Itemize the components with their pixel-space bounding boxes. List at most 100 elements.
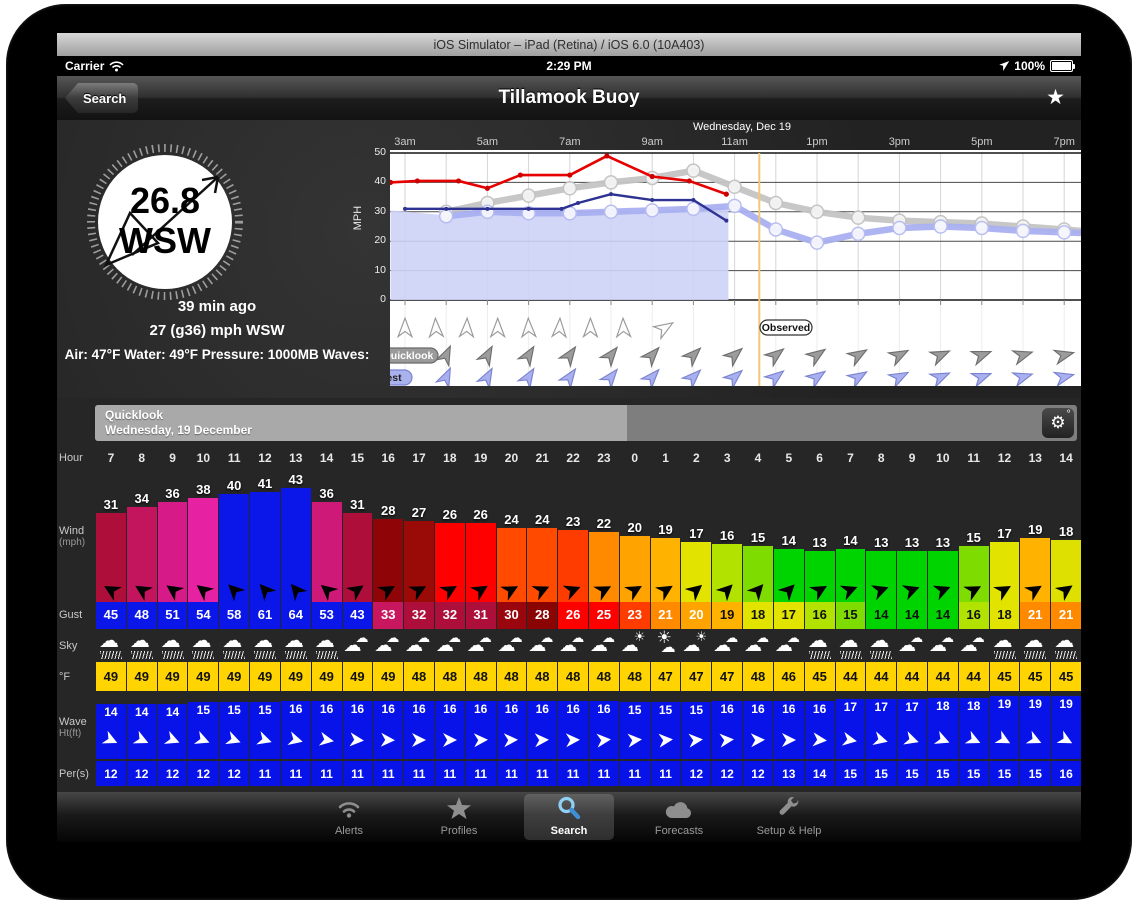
row-label: °F bbox=[57, 662, 95, 691]
hour-cell: 10 bbox=[928, 445, 958, 470]
rain-streaks bbox=[1055, 651, 1077, 659]
gust-cell: 23 bbox=[620, 600, 650, 629]
wave-value: 14 bbox=[135, 705, 148, 759]
gust-cell: 31 bbox=[466, 600, 496, 629]
period-cell: 15 bbox=[990, 761, 1020, 786]
hour-cell: 16 bbox=[373, 445, 403, 470]
sky-cloudy-icon: ☁☁ bbox=[928, 631, 958, 660]
temp-cell: 44 bbox=[928, 662, 958, 691]
gust-cell: 14 bbox=[897, 600, 927, 629]
quicklook-model-selected[interactable]: Quicklook Wednesday, 19 December bbox=[95, 405, 627, 441]
rain-streaks bbox=[809, 651, 831, 659]
wave-value: 16 bbox=[505, 702, 518, 759]
sky-sunny-icon: ☀☁ bbox=[651, 631, 681, 660]
period-cell: 15 bbox=[897, 761, 927, 786]
wave-bar: 16 bbox=[743, 701, 773, 759]
chart-time-tick: 7pm bbox=[1044, 136, 1081, 148]
wind-cell: 15 bbox=[959, 472, 989, 602]
favorite-star-icon[interactable]: ★ bbox=[1046, 85, 1065, 110]
tab-search[interactable]: Search bbox=[524, 794, 614, 840]
wind-bar bbox=[343, 513, 373, 602]
tab-forecasts[interactable]: Forecasts bbox=[634, 794, 724, 840]
tab-alerts[interactable]: Alerts bbox=[304, 794, 394, 840]
sky-rain-icon: ☁ bbox=[281, 631, 311, 660]
wave-bar: 18 bbox=[928, 698, 958, 759]
tab-setup-help[interactable]: Setup & Help bbox=[744, 794, 834, 840]
window-title: iOS Simulator – iPad (Retina) / iOS 6.0 … bbox=[434, 38, 705, 52]
wave-cell: 16 bbox=[343, 696, 373, 759]
gust-cell: 32 bbox=[404, 600, 434, 629]
battery-percent: 100% bbox=[1014, 59, 1045, 73]
svg-text:Quicklook: Quicklook bbox=[390, 350, 434, 362]
wave-cell: 15 bbox=[620, 696, 650, 759]
wind-cell: 36 bbox=[312, 472, 342, 602]
table-settings-button[interactable]: ⚙ bbox=[1042, 408, 1074, 438]
last-updated: 39 min ago bbox=[57, 298, 377, 315]
wave-cell: 16 bbox=[774, 696, 804, 759]
quicklook-model-bar[interactable]: Quicklook Wednesday, 19 December ⚙ bbox=[95, 405, 1077, 441]
wave-value: 15 bbox=[197, 703, 210, 759]
wind-chart[interactable]: Wednesday, Dec 19 MPH ObservedQuicklooke… bbox=[390, 120, 1081, 398]
wind-cell: 20 bbox=[620, 472, 650, 602]
gust-cell: 25 bbox=[589, 600, 619, 629]
wind-value: 24 bbox=[504, 512, 518, 527]
model-date: Wednesday, 19 December bbox=[105, 423, 627, 437]
wind-value: 40 bbox=[227, 478, 241, 493]
wind-direction-arrow-icon bbox=[532, 579, 553, 600]
gust-cell: 43 bbox=[343, 600, 373, 629]
sky-cloudy-icon: ☁☁ bbox=[404, 631, 434, 660]
gust-cell: 16 bbox=[805, 600, 835, 629]
rain-streaks bbox=[840, 651, 862, 659]
temp-cell: 45 bbox=[990, 662, 1020, 691]
station-panel: 26.8 WSW 39 min ago 27 (g36) mph WSW Air… bbox=[57, 120, 390, 398]
wind-bar bbox=[712, 544, 742, 602]
temp-cell: 49 bbox=[96, 662, 126, 691]
simulator-window: iOS Simulator – iPad (Retina) / iOS 6.0 … bbox=[0, 0, 1138, 904]
wave-bar: 19 bbox=[1051, 696, 1081, 759]
chart-canvas[interactable]: ObservedQuicklookest bbox=[390, 150, 1081, 386]
hour-cell: 11 bbox=[219, 445, 249, 470]
svg-text:est: est bbox=[390, 372, 402, 384]
temp-cell: 49 bbox=[250, 662, 280, 691]
wifi-icon bbox=[109, 61, 124, 72]
back-search-button[interactable]: Search bbox=[65, 83, 138, 113]
gust-cell: 19 bbox=[712, 600, 742, 629]
wind-cell: 13 bbox=[928, 472, 958, 602]
temp-cell: 47 bbox=[681, 662, 711, 691]
wind-value: 28 bbox=[381, 503, 395, 518]
sky-cloudy-icon: ☁☁ bbox=[959, 631, 989, 660]
wave-bar: 19 bbox=[1020, 696, 1050, 759]
sky-rain-icon: ☁ bbox=[990, 631, 1020, 660]
wave-value: 16 bbox=[813, 702, 826, 759]
hour-cell: 5 bbox=[774, 445, 804, 470]
row-label: Sky bbox=[57, 631, 95, 660]
period-cell: 12 bbox=[681, 761, 711, 786]
rain-streaks bbox=[192, 651, 214, 659]
tab-profiles[interactable]: Profiles bbox=[414, 794, 504, 840]
hour-cell: 15 bbox=[343, 445, 373, 470]
temp-cell: 49 bbox=[219, 662, 249, 691]
wind-value: 38 bbox=[196, 482, 210, 497]
wind-bar bbox=[158, 502, 188, 602]
sky-rain-icon: ☁ bbox=[1020, 631, 1050, 660]
wind-value: 18 bbox=[1059, 524, 1073, 539]
wind-cell: 18 bbox=[1051, 472, 1081, 602]
period-cell: 11 bbox=[527, 761, 557, 786]
period-cell: 13 bbox=[774, 761, 804, 786]
mac-window-titlebar: iOS Simulator – iPad (Retina) / iOS 6.0 … bbox=[57, 33, 1081, 57]
hour-cell: 19 bbox=[466, 445, 496, 470]
gust-cell: 21 bbox=[1020, 600, 1050, 629]
hour-cell: 17 bbox=[404, 445, 434, 470]
rain-streaks bbox=[994, 651, 1016, 659]
wind-direction-arrow-icon bbox=[377, 579, 399, 601]
tab-label: Profiles bbox=[441, 825, 478, 837]
wind-row: Wind(mph)3134363840414336312827262624242… bbox=[57, 472, 1081, 598]
chart-time-tick: 3am bbox=[385, 136, 425, 148]
wind-value: 14 bbox=[782, 533, 796, 548]
wave-cell: 19 bbox=[990, 696, 1020, 759]
wave-bar: 15 bbox=[620, 702, 650, 759]
wind-value: 31 bbox=[104, 497, 118, 512]
gust-cell: 64 bbox=[281, 600, 311, 629]
wind-value: 13 bbox=[905, 535, 919, 550]
wind-value: 14 bbox=[843, 533, 857, 548]
